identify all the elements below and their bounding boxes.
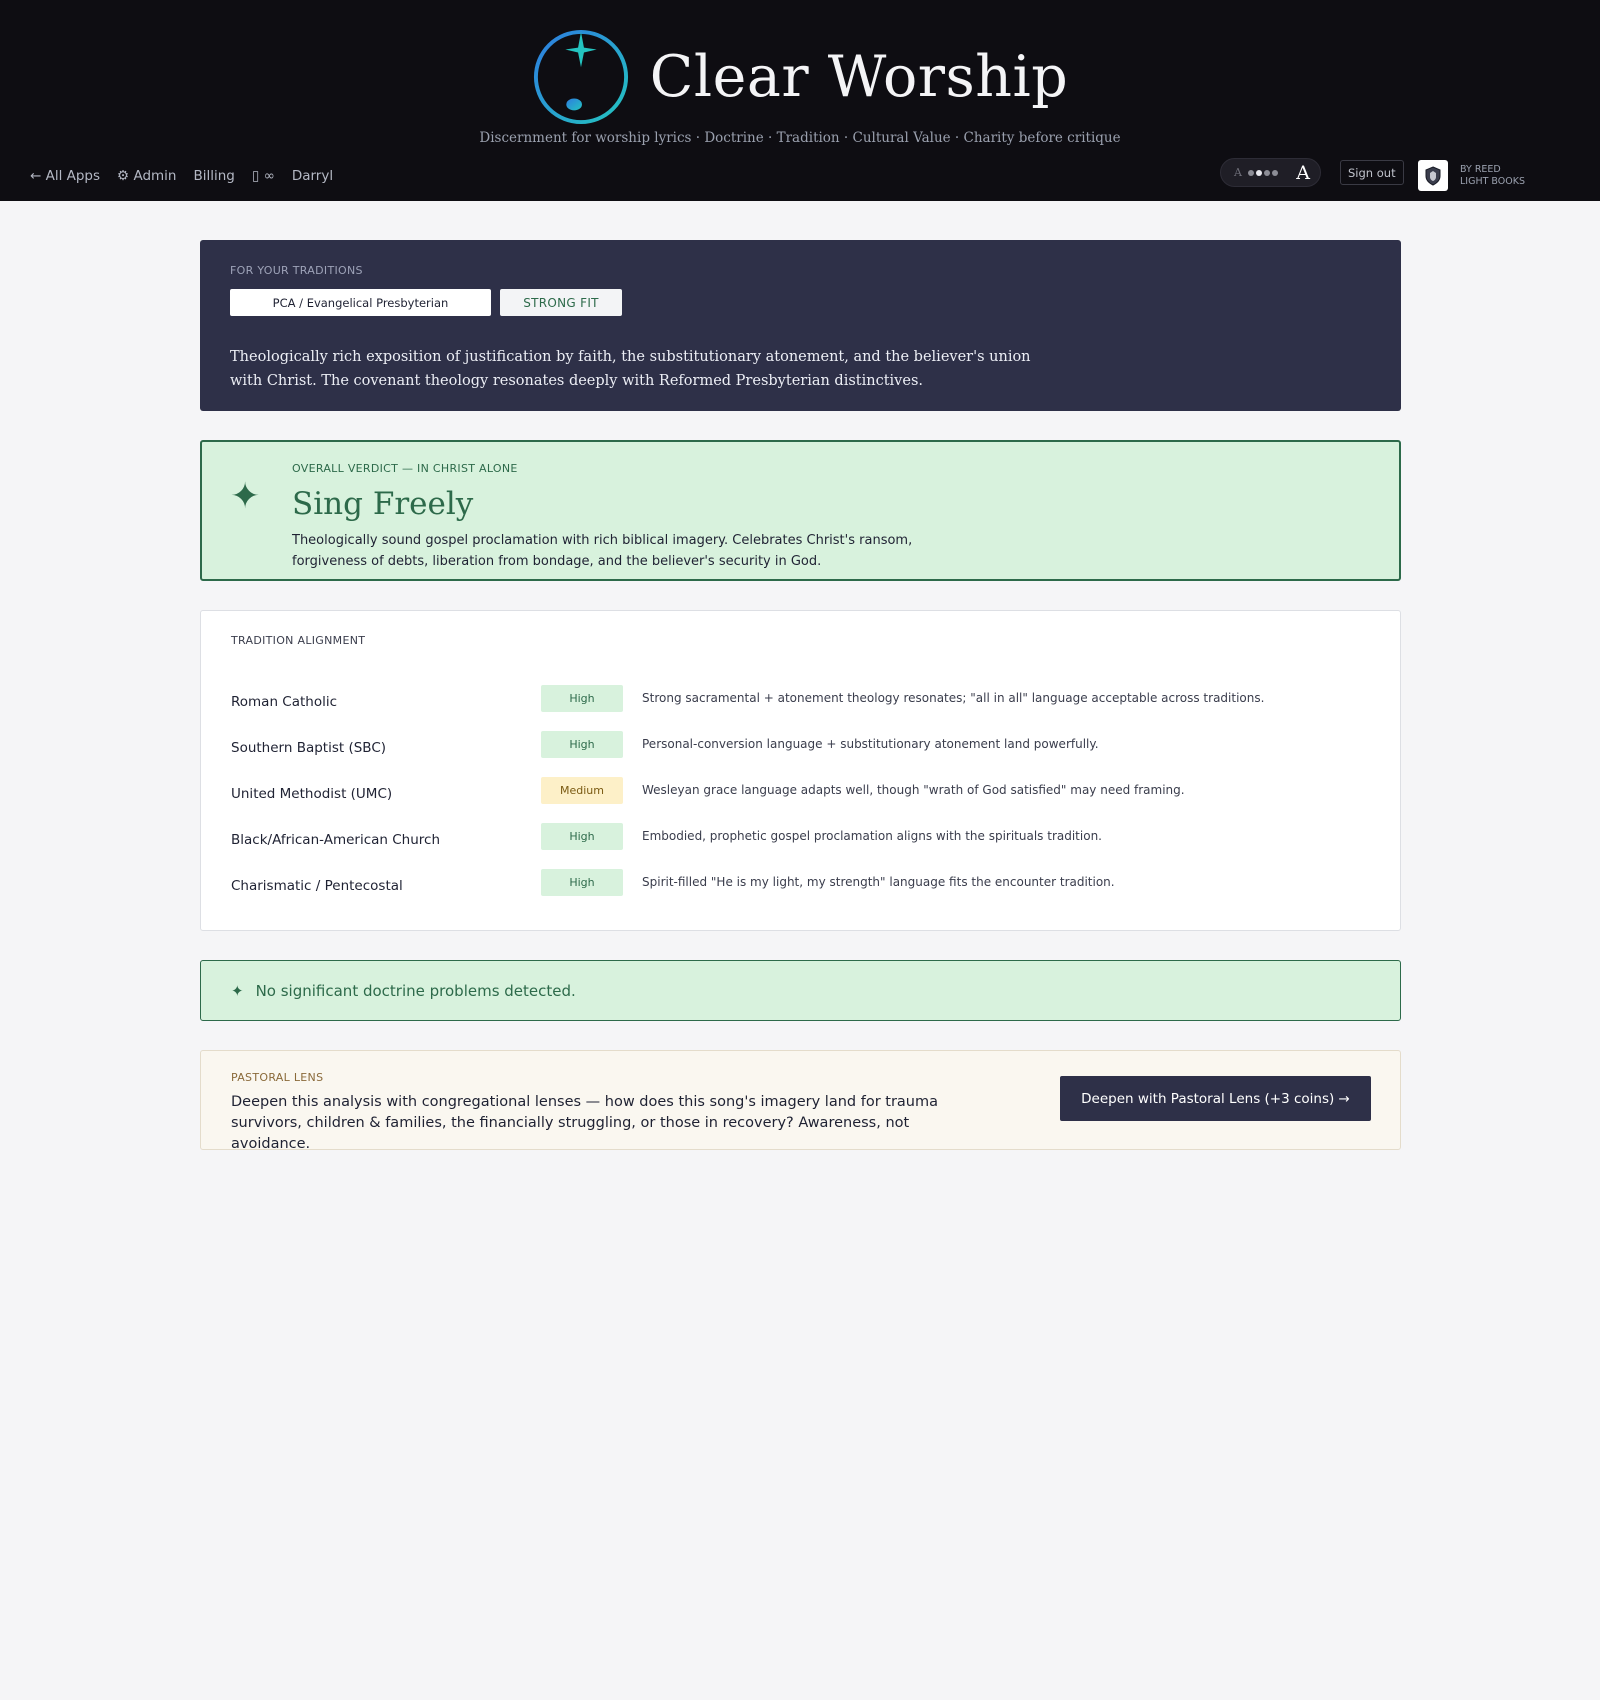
font-smaller-label[interactable]: A: [1234, 166, 1242, 179]
alignment-note: Strong sacramental + atonement theology …: [642, 691, 1265, 705]
tradition-alignment-card: TRADITION ALIGNMENT Roman Catholic High …: [200, 610, 1401, 931]
verdict-description: Theologically sound gospel proclamation …: [292, 533, 913, 569]
brand[interactable]: Clear Worship: [0, 28, 1600, 126]
traditions-card: FOR YOUR TRADITIONS PCA / Evangelical Pr…: [200, 240, 1401, 411]
nav-all-apps[interactable]: ← All Apps: [30, 168, 100, 184]
alignment-level-badge: Medium: [541, 776, 623, 804]
by-reed-line1: BY REED: [1460, 163, 1501, 175]
font-size-control[interactable]: A A: [1220, 158, 1321, 187]
font-size-dot[interactable]: [1247, 169, 1254, 176]
tradition-name: Roman Catholic: [231, 694, 338, 710]
nav-user[interactable]: Darryl: [292, 168, 333, 184]
pastoral-lens-card: PASTORAL LENS Deepen this analysis with …: [200, 1050, 1401, 1152]
alignment-level-badge: High: [541, 868, 623, 896]
doctrine-problems-text: No significant doctrine problems detecte…: [255, 981, 576, 1000]
alignment-level-badge: High: [541, 730, 623, 758]
shield-logo-icon: [1418, 160, 1448, 191]
nav-admin[interactable]: ⚙ Admin: [117, 168, 176, 184]
alignment-note: Personal-conversion language + substitut…: [642, 737, 1099, 751]
alignment-note: Wesleyan grace language adapts well, tho…: [642, 783, 1185, 797]
pastoral-description: Deepen this analysis with congregational…: [231, 1094, 939, 1152]
tradition-name: Southern Baptist (SBC): [231, 740, 387, 756]
alignment-level-badge: High: [541, 822, 623, 850]
by-reed-line2: LIGHT BOOKS: [1460, 175, 1525, 187]
deepen-pastoral-lens-button[interactable]: Deepen with Pastoral Lens (+3 coins) →: [1060, 1076, 1371, 1121]
tradition-name: United Methodist (UMC): [231, 786, 393, 802]
app-title: Clear Worship: [649, 44, 1069, 110]
app-tagline: Discernment for worship lyrics · Doctrin…: [479, 130, 1121, 146]
tradition-name: Black/African-American Church: [231, 832, 441, 848]
tradition-name: Charismatic / Pentecostal: [231, 878, 403, 894]
verdict-title: Sing Freely: [292, 486, 474, 522]
font-size-dot[interactable]: [1255, 169, 1262, 176]
alignment-list: Roman Catholic High Strong sacramental +…: [231, 675, 1370, 905]
alignment-row: Charismatic / Pentecostal High Spirit-fi…: [231, 859, 1370, 905]
sign-out-button[interactable]: Sign out: [1340, 160, 1404, 185]
by-reed-text: BY REED LIGHT BOOKS: [1460, 164, 1525, 188]
doctrine-problems-banner: ✦ No significant doctrine problems detec…: [200, 960, 1401, 1021]
alignment-row: United Methodist (UMC) Medium Wesleyan g…: [231, 767, 1370, 813]
traditions-description: Theologically rich exposition of justifi…: [230, 349, 1031, 389]
alignment-note: Embodied, prophetic gospel proclamation …: [642, 829, 1102, 843]
alignment-row: Black/African-American Church High Embod…: [231, 813, 1370, 859]
alignment-note: Spirit-filled "He is my light, my streng…: [642, 875, 1115, 889]
app-header: Clear Worship Discernment for worship ly…: [0, 0, 1600, 201]
font-larger-label[interactable]: A: [1296, 162, 1310, 184]
traditions-label: FOR YOUR TRADITIONS: [230, 264, 363, 277]
fit-badge: STRONG FIT: [500, 289, 622, 316]
tradition-select[interactable]: PCA / Evangelical Presbyterian: [230, 289, 491, 316]
sparkle-icon: ✦: [231, 981, 244, 1000]
music-note-logo-icon: [533, 29, 628, 125]
top-nav: ← All Apps ⚙ Admin Billing ▯ ∞ Darryl: [30, 168, 333, 184]
by-reed-badge[interactable]: BY REED LIGHT BOOKS: [1418, 160, 1525, 191]
sparkle-icon: ✦: [230, 476, 261, 517]
verdict-card: ✦ OVERALL VERDICT — IN CHRIST ALONE Sing…: [200, 440, 1401, 581]
nav-coins[interactable]: ▯ ∞: [252, 168, 275, 184]
nav-billing[interactable]: Billing: [193, 168, 234, 184]
font-size-dots: [1247, 169, 1278, 176]
alignment-label: TRADITION ALIGNMENT: [231, 634, 366, 647]
verdict-label: OVERALL VERDICT — IN CHRIST ALONE: [292, 462, 518, 475]
font-size-dot[interactable]: [1263, 169, 1270, 176]
alignment-level-badge: High: [541, 684, 623, 712]
alignment-row: Southern Baptist (SBC) High Personal-con…: [231, 721, 1370, 767]
font-size-dot[interactable]: [1271, 169, 1278, 176]
alignment-row: Roman Catholic High Strong sacramental +…: [231, 675, 1370, 721]
